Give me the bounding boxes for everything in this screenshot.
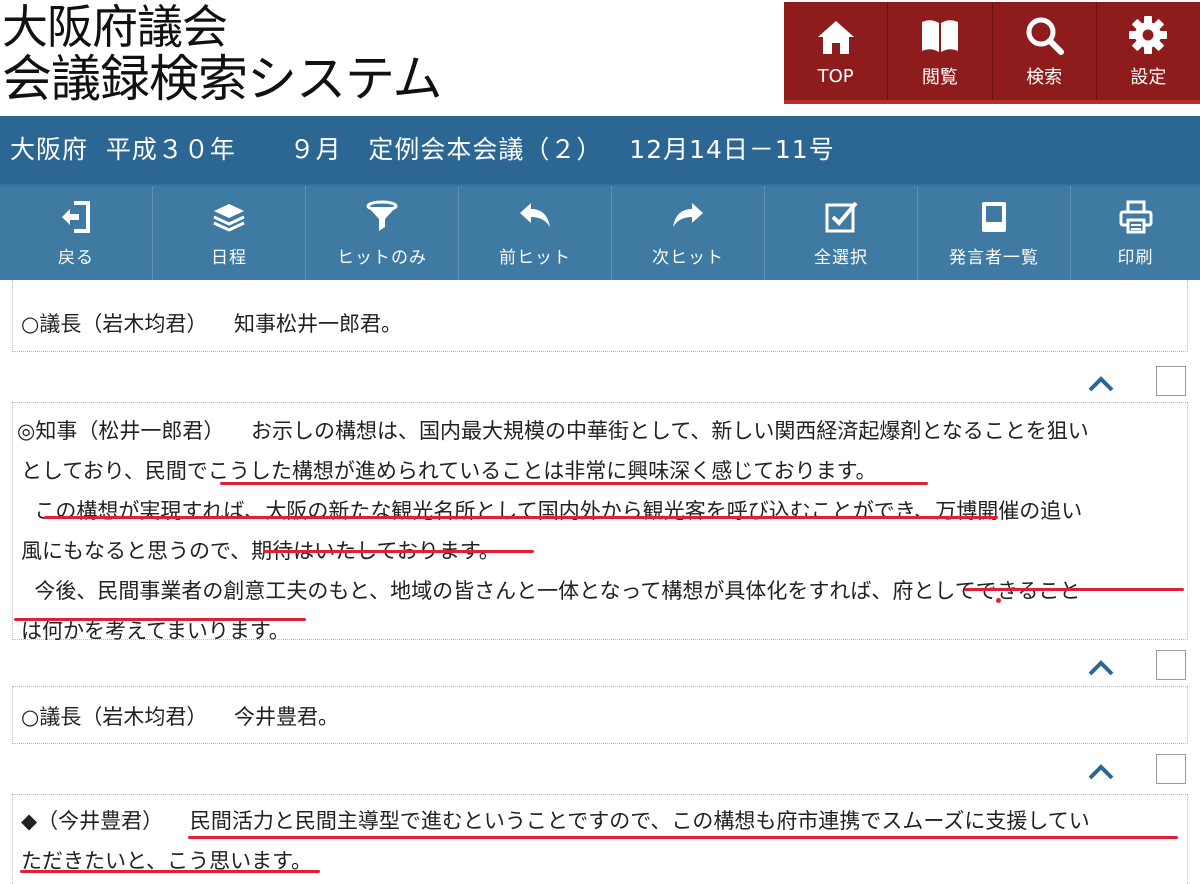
print-button[interactable]: 印刷 bbox=[1071, 186, 1200, 280]
search-icon bbox=[1026, 17, 1065, 55]
checkbox-icon bbox=[825, 201, 858, 232]
scroll-to-top-icon[interactable] bbox=[1086, 760, 1116, 784]
print-icon bbox=[1119, 200, 1152, 233]
nav-top-button[interactable]: TOP bbox=[784, 2, 889, 100]
scroll-to-top-icon[interactable] bbox=[1086, 656, 1116, 680]
nav-settings-button[interactable]: 設定 bbox=[1097, 2, 1200, 100]
utterance-chair-2: ○議長（岩木均君） 今井豊君。 bbox=[12, 686, 1188, 744]
annotation-dot bbox=[996, 598, 1001, 603]
document-toolbar: 戻る 日程 ヒットのみ 前ヒット 次ヒット 全選択 発言者一覧 印刷 bbox=[0, 184, 1200, 280]
site-logo[interactable]: 大阪府議会 会議録検索システム bbox=[2, 0, 442, 104]
next-hit-label: 次ヒット bbox=[652, 247, 724, 268]
schedule-label: 日程 bbox=[211, 247, 247, 268]
top-navigation: TOP 閲覧 検索 設定 bbox=[784, 2, 1200, 104]
logo-line-2: 会議録検索システム bbox=[2, 50, 442, 108]
select-all-button[interactable]: 全選択 bbox=[765, 186, 918, 280]
home-icon bbox=[817, 20, 854, 54]
select-all-label: 全選択 bbox=[814, 247, 868, 268]
utterance-controls bbox=[1086, 366, 1186, 402]
back-label: 戻る bbox=[58, 247, 94, 268]
utterance-text-line: ◎知事（松井一郎君） お示しの構想は、国内最大規模の中華街として、新しい関西経済… bbox=[17, 419, 1089, 443]
hits-only-label: ヒットのみ bbox=[337, 247, 427, 268]
highlight-underline bbox=[14, 618, 306, 621]
nav-browse-label: 閲覧 bbox=[921, 67, 958, 88]
utterance-text-line: 今後、民間事業者の創意工夫のもと、地域の皆さんと一体となって構想が具体化をすれば… bbox=[21, 579, 1081, 603]
nav-browse-button[interactable]: 閲覧 bbox=[888, 2, 993, 100]
gear-icon bbox=[1129, 16, 1168, 54]
meeting-title-bar: 大阪府 平成３０年 ９月 定例会本会議（２） 12月14日－11号 bbox=[0, 116, 1200, 184]
utterance-select-checkbox[interactable] bbox=[1156, 754, 1186, 784]
nav-search-label: 検索 bbox=[1026, 67, 1063, 88]
logo-line-1: 大阪府議会 bbox=[2, 0, 228, 54]
highlight-underline bbox=[264, 550, 534, 553]
previous-hit-button[interactable]: 前ヒット bbox=[459, 186, 612, 280]
highlight-underline bbox=[20, 870, 320, 873]
utterance-text-line: としており、民間でこうした構想が進められていることは非常に興味深く感じております… bbox=[21, 459, 877, 483]
utterance-select-checkbox[interactable] bbox=[1156, 650, 1186, 680]
back-button[interactable]: 戻る bbox=[0, 186, 153, 280]
highlight-underline bbox=[44, 516, 998, 519]
utterance-text-line: ◆（今井豊君） 民間活力と民間主導型で進むということですので、この構想も府市連携… bbox=[21, 809, 1090, 833]
next-arrow-icon bbox=[673, 202, 703, 227]
minutes-content: ○議長（岩木均君） 知事松井一郎君。 ◎知事（松井一郎君） お示しの構想は、国内… bbox=[0, 280, 1200, 884]
nav-search-button[interactable]: 検索 bbox=[993, 2, 1097, 100]
highlight-underline bbox=[220, 482, 928, 485]
utterance-chair-1: ○議長（岩木均君） 知事松井一郎君。 bbox=[12, 280, 1188, 352]
back-icon bbox=[62, 200, 90, 233]
book-icon bbox=[921, 20, 958, 52]
utterance-text: ○議長（岩木均君） 今井豊君。 bbox=[21, 705, 340, 729]
speaker-list-icon bbox=[982, 201, 1006, 232]
utterance-controls bbox=[1086, 650, 1186, 686]
utterance-text: ○議長（岩木均君） 知事松井一郎君。 bbox=[21, 312, 403, 336]
layers-icon bbox=[213, 203, 245, 232]
scroll-to-top-icon[interactable] bbox=[1086, 372, 1116, 396]
schedule-button[interactable]: 日程 bbox=[153, 186, 306, 280]
header: 大阪府議会 会議録検索システム TOP 閲覧 検索 設定 bbox=[0, 0, 1200, 116]
utterance-governor: ◎知事（松井一郎君） お示しの構想は、国内最大規模の中華街として、新しい関西経済… bbox=[12, 402, 1188, 643]
speaker-list-label: 発言者一覧 bbox=[949, 247, 1039, 268]
print-label: 印刷 bbox=[1117, 247, 1154, 268]
utterance-select-checkbox[interactable] bbox=[1156, 366, 1186, 396]
previous-hit-label: 前ヒット bbox=[499, 247, 571, 268]
filter-icon bbox=[366, 200, 398, 231]
speaker-list-button[interactable]: 発言者一覧 bbox=[918, 186, 1071, 280]
utterance-text-line: ただきたいと、こう思います。 bbox=[21, 849, 313, 873]
nav-settings-label: 設定 bbox=[1130, 67, 1167, 88]
highlight-underline bbox=[188, 836, 1178, 839]
utterance-text-line: は何かを考えてまいります。 bbox=[21, 619, 290, 643]
hits-only-button[interactable]: ヒットのみ bbox=[306, 186, 459, 280]
next-hit-button[interactable]: 次ヒット bbox=[612, 186, 765, 280]
utterance-controls bbox=[1086, 754, 1186, 790]
utterance-text-line: この構想が実現すれば、大阪の新たな観光名所として国内外から観光客を呼び込むことが… bbox=[21, 499, 1083, 523]
nav-top-label: TOP bbox=[817, 65, 854, 87]
prev-arrow-icon bbox=[520, 202, 550, 227]
highlight-underline bbox=[964, 588, 1184, 591]
